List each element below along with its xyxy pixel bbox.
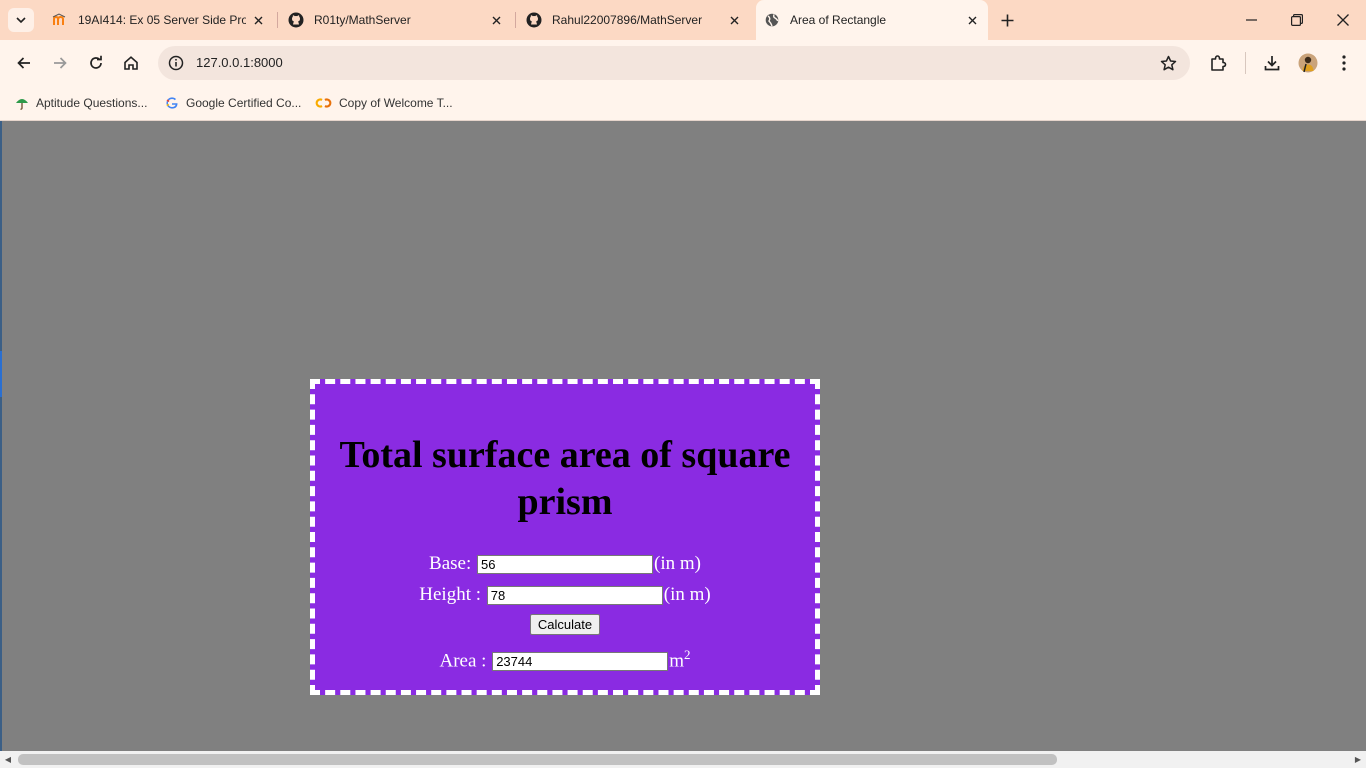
tab-area-of-rectangle[interactable]: Area of Rectangle xyxy=(756,0,988,40)
download-icon xyxy=(1264,56,1280,71)
tab-search-button[interactable] xyxy=(8,8,34,32)
tab-r01ty-mathserver[interactable]: R01ty/MathServer xyxy=(280,4,512,36)
button-row: Calculate xyxy=(315,610,815,635)
tab-moodle[interactable]: 19AI414: Ex 05 Server Side Proc xyxy=(44,4,274,36)
google-icon xyxy=(165,96,179,110)
site-info-icon[interactable] xyxy=(164,51,188,75)
puzzle-icon xyxy=(1211,55,1227,71)
restore-icon xyxy=(1291,14,1303,26)
page-title: Total surface area of square prism xyxy=(339,434,791,523)
extensions-button[interactable] xyxy=(1204,49,1232,77)
area-row: Area : m2 xyxy=(315,641,815,672)
github-icon xyxy=(288,12,304,28)
scrollbar-thumb[interactable] xyxy=(18,754,1057,765)
restore-button[interactable] xyxy=(1274,0,1320,40)
browser-toolbar: 127.0.0.1:8000 xyxy=(0,40,1366,86)
home-icon xyxy=(124,56,138,70)
calculator-form: Total surface area of square prism Base:… xyxy=(310,379,820,695)
close-icon xyxy=(1337,14,1349,26)
bookmark-aptitude[interactable]: Aptitude Questions... xyxy=(15,92,147,114)
plus-icon xyxy=(1001,14,1013,26)
height-input[interactable] xyxy=(486,586,663,606)
back-button[interactable] xyxy=(10,49,38,77)
menu-button[interactable] xyxy=(1330,49,1358,77)
scroll-left-icon[interactable]: ◀ xyxy=(4,755,12,764)
bookmark-label: Copy of Welcome T... xyxy=(339,96,453,110)
github-icon xyxy=(526,12,542,28)
tab-title: R01ty/MathServer xyxy=(314,13,411,27)
area-unit: m xyxy=(669,650,684,672)
area-label: Area : xyxy=(439,650,487,672)
profile-button[interactable] xyxy=(1294,49,1322,77)
base-unit: (in m) xyxy=(654,553,701,574)
area-output[interactable] xyxy=(492,652,669,672)
umbrella-icon xyxy=(15,96,29,110)
home-button[interactable] xyxy=(117,49,145,77)
tab-separator xyxy=(277,12,278,28)
close-window-button[interactable] xyxy=(1320,0,1366,40)
scroll-right-icon[interactable]: ▶ xyxy=(1354,755,1362,764)
bookmark-label: Google Certified Co... xyxy=(186,96,302,110)
moodle-icon xyxy=(52,12,68,28)
toolbar-divider xyxy=(1245,52,1246,74)
height-label: Height : xyxy=(419,584,482,605)
chevron-down-icon xyxy=(16,17,26,24)
minimize-button[interactable] xyxy=(1228,0,1274,40)
height-row: Height : (in m) xyxy=(315,581,815,609)
colab-icon xyxy=(315,96,332,110)
tab-title: Rahul22007896/MathServer xyxy=(552,13,703,27)
close-tab-icon[interactable] xyxy=(250,12,266,28)
bookmark-google-certified[interactable]: Google Certified Co... xyxy=(165,92,301,114)
base-input[interactable] xyxy=(477,555,653,575)
avatar xyxy=(1298,53,1318,73)
close-tab-icon[interactable] xyxy=(726,12,742,28)
reload-icon xyxy=(90,55,102,69)
globe-icon xyxy=(764,12,780,28)
forward-button[interactable] xyxy=(46,49,74,77)
close-tab-icon[interactable] xyxy=(488,12,504,28)
address-bar[interactable]: 127.0.0.1:8000 xyxy=(158,46,1190,80)
url-text[interactable]: 127.0.0.1:8000 xyxy=(196,55,283,70)
calculate-button[interactable]: Calculate xyxy=(529,614,601,635)
horizontal-scrollbar[interactable]: ◀ ▶ xyxy=(0,751,1366,768)
arrow-right-icon xyxy=(54,57,67,69)
tab-strip: 19AI414: Ex 05 Server Side Proc R01ty/Ma… xyxy=(0,0,1366,40)
bookmark-label: Aptitude Questions... xyxy=(36,96,148,110)
tab-title: 19AI414: Ex 05 Server Side Proc xyxy=(78,13,246,27)
tab-rahul-mathserver[interactable]: Rahul22007896/MathServer xyxy=(518,4,750,36)
downloads-button[interactable] xyxy=(1258,49,1286,77)
close-tab-icon[interactable] xyxy=(964,12,980,28)
height-unit: (in m) xyxy=(663,584,711,605)
bookmark-star-icon[interactable] xyxy=(1156,51,1180,75)
area-unit-exponent: 2 xyxy=(683,647,691,662)
bookmarks-bar: Aptitude Questions... Google Certified C… xyxy=(0,86,1366,121)
base-label: Base: xyxy=(429,553,472,574)
tab-separator xyxy=(515,12,516,28)
more-vertical-icon xyxy=(1342,55,1346,71)
minimize-icon xyxy=(1245,19,1257,21)
reload-button[interactable] xyxy=(82,49,110,77)
new-tab-button[interactable] xyxy=(995,8,1019,32)
base-row: Base: (in m) xyxy=(315,550,815,578)
tab-title: Area of Rectangle xyxy=(790,13,887,27)
bookmark-copy-of-welcome[interactable]: Copy of Welcome T... xyxy=(315,92,453,114)
arrow-left-icon xyxy=(17,57,30,69)
